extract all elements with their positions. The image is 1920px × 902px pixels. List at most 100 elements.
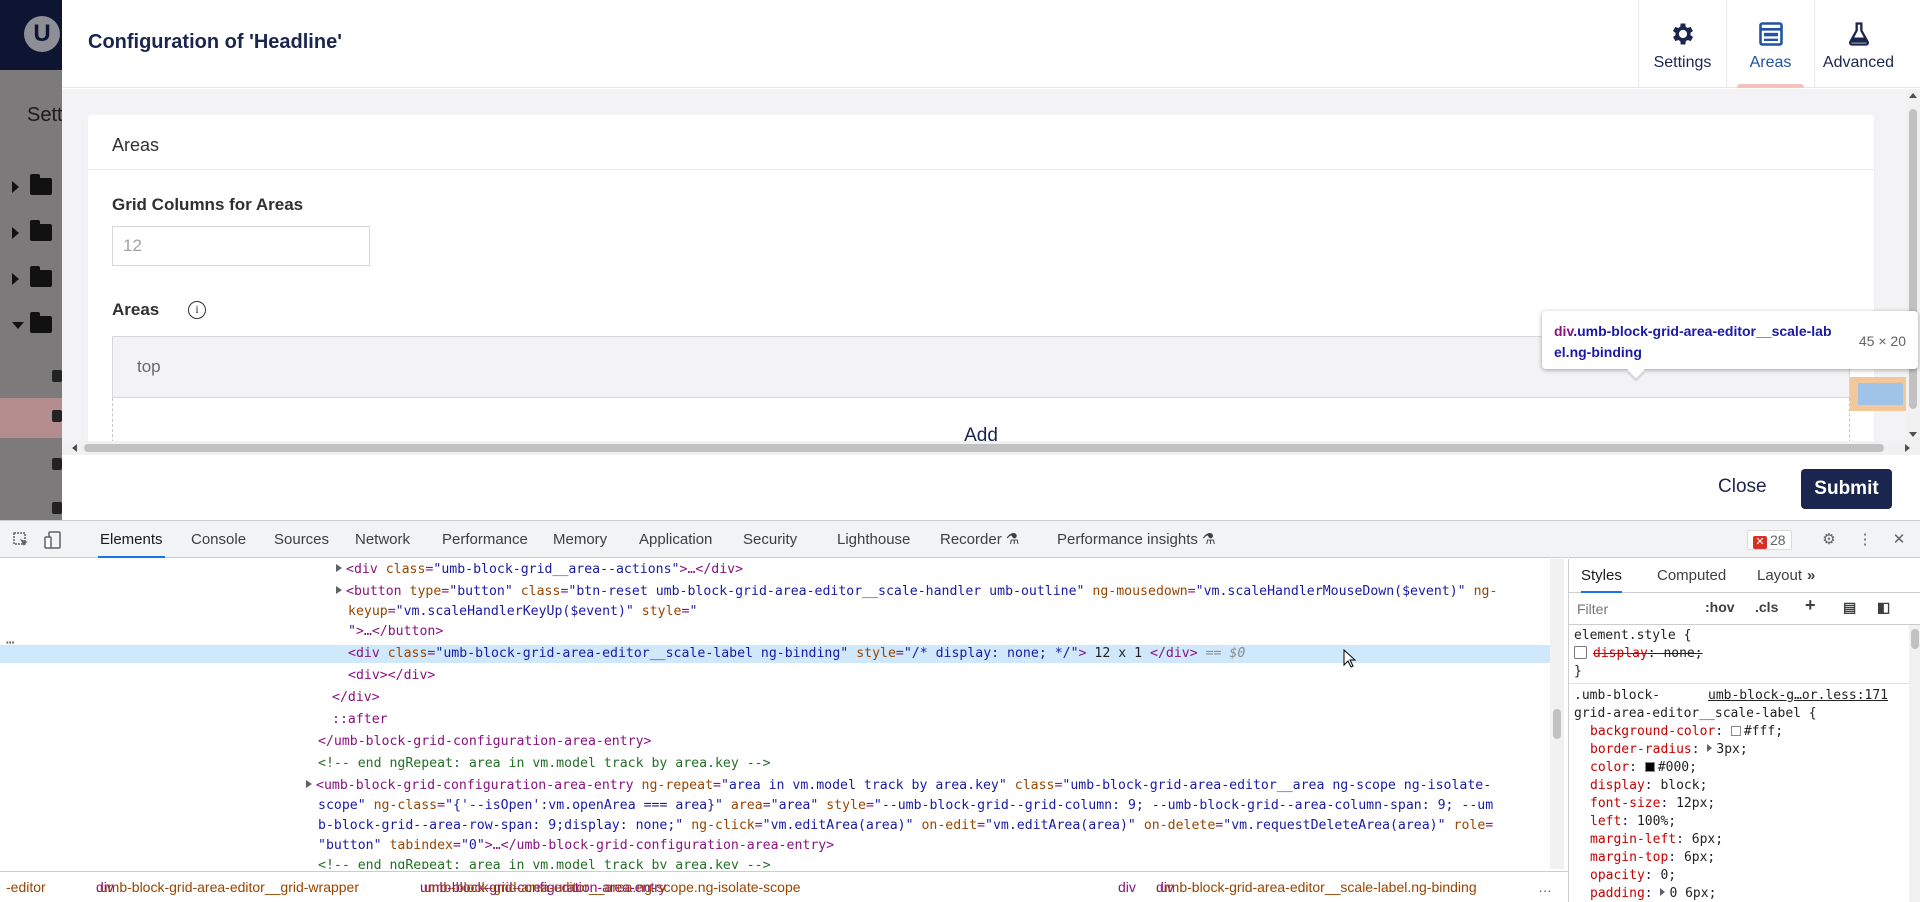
css-declaration[interactable]: padding: 0 6px; [1590, 885, 1716, 902]
scroll-thumb[interactable] [84, 444, 1884, 452]
css-declaration[interactable]: left: 100%; [1590, 813, 1676, 831]
more-options-icon[interactable]: ⋮ [1856, 531, 1874, 549]
expand-icon[interactable] [306, 780, 312, 788]
pseudo-element[interactable]: ::after [332, 711, 1568, 729]
dom-node[interactable]: </div> [332, 689, 1568, 707]
caret-right-icon[interactable] [12, 273, 19, 285]
css-declaration[interactable]: display: none; [1574, 645, 1703, 663]
tree-item[interactable] [12, 174, 62, 200]
add-area-button[interactable]: Add [112, 398, 1850, 441]
tab-advanced[interactable]: Advanced [1814, 0, 1902, 88]
tab-layout[interactable]: Layout [1757, 559, 1802, 593]
caret-right-icon[interactable] [12, 181, 19, 193]
css-declaration[interactable]: display: block; [1590, 777, 1707, 795]
dialog-vertical-scrollbar[interactable] [1906, 89, 1920, 441]
scroll-down-icon[interactable] [1909, 432, 1917, 437]
dom-node[interactable]: <button type="button" class="btn-reset u… [336, 583, 1568, 601]
styles-scrollbar[interactable] [1909, 625, 1920, 902]
dom-node-cont: scope" ng-class="{'--isOpen':vm.openArea… [318, 798, 1494, 813]
caret-right-icon[interactable] [12, 227, 19, 239]
dom-comment[interactable]: <!-- end ngRepeat: area in vm.model trac… [318, 857, 1568, 869]
css-declaration[interactable]: margin-left: 6px; [1590, 831, 1723, 849]
dom-node[interactable]: <umb-block-grid-configuration-area-entry… [306, 777, 1568, 795]
css-declaration[interactable]: background-color: #fff; [1590, 723, 1783, 741]
dom-node[interactable]: </umb-block-grid-configuration-area-entr… [318, 733, 1568, 751]
expand-icon[interactable] [1660, 888, 1666, 896]
tab-lighthouse[interactable]: Lighthouse [835, 521, 912, 558]
color-swatch[interactable] [1730, 726, 1741, 736]
scroll-right-icon[interactable] [1905, 444, 1910, 452]
scroll-left-icon[interactable] [72, 444, 77, 452]
dom-tree-scrollbar[interactable] [1550, 559, 1564, 869]
tab-console[interactable]: Console [189, 521, 248, 558]
css-prop: font-size [1590, 796, 1661, 811]
attr-value: "vm.requestDeleteArea(area)" [1223, 818, 1446, 833]
styles-filter-input[interactable] [1577, 599, 1693, 619]
css-declaration[interactable]: opacity: 0; [1590, 867, 1676, 885]
tab-performance-insights[interactable]: Performance insights ⚗ [1055, 521, 1218, 558]
dom-comment[interactable]: <!-- end ngRepeat: area in vm.model trac… [318, 755, 1568, 773]
breadcrumb-class: .umb-block-grid-area-editor__area.ng-sco… [420, 879, 801, 895]
css-declaration[interactable]: margin-top: 6px; [1590, 849, 1715, 867]
dialog-horizontal-scrollbar[interactable] [62, 441, 1920, 455]
css-declaration[interactable]: color: #000; [1590, 759, 1697, 777]
tree-item[interactable] [12, 266, 62, 292]
node-actions-icon[interactable]: ⋯ [6, 634, 14, 652]
tab-recorder[interactable]: Recorder ⚗ [938, 521, 1021, 558]
tab-areas[interactable]: Areas [1726, 0, 1814, 88]
new-rule-icon[interactable]: + [1805, 595, 1816, 616]
device-toolbar-icon[interactable] [44, 531, 62, 549]
settings-gear-icon[interactable]: ⚙ [1820, 531, 1838, 549]
grid-columns-label: Grid Columns for Areas [112, 195, 304, 214]
umbraco-logo-icon[interactable]: U [24, 16, 60, 52]
breadcrumb-overflow-icon[interactable]: … [1538, 872, 1552, 902]
css-declaration[interactable]: border-radius: 3px; [1590, 741, 1748, 759]
scroll-thumb[interactable] [1911, 629, 1919, 649]
paint-icon[interactable]: ▤ [1843, 599, 1856, 616]
hov-toggle[interactable]: :hov [1705, 599, 1735, 615]
expand-icon[interactable] [336, 586, 342, 594]
attr-value: "umb-block-grid-area-editor__scale-label… [435, 646, 849, 661]
css-val: 100%; [1636, 814, 1677, 829]
caret-down-icon[interactable] [12, 322, 24, 329]
rule-source-link[interactable]: umb-block-g…or.less:171 [1708, 687, 1888, 705]
declaration-checkbox[interactable] [1574, 646, 1587, 659]
scroll-up-icon[interactable] [1909, 93, 1917, 98]
close-button[interactable]: Close [1718, 469, 1767, 505]
info-icon[interactable]: i [188, 301, 206, 319]
tab-network[interactable]: Network [353, 521, 412, 558]
node-text: 12 x 1 [1086, 646, 1150, 661]
tree-item[interactable] [12, 220, 62, 246]
css-declaration[interactable]: font-size: 12px; [1590, 795, 1715, 813]
tab-security[interactable]: Security [741, 521, 799, 558]
dom-tree[interactable]: <div class = "umb-block-grid__area--action… [0, 559, 1568, 869]
tab-sources[interactable]: Sources [272, 521, 331, 558]
tab-elements[interactable]: Elements [98, 521, 165, 558]
toggle-sidebar-icon[interactable]: ◧ [1877, 599, 1890, 616]
tag: <umb-block-grid-configuration-area-entry [316, 778, 634, 793]
grid-columns-input[interactable]: 12 [112, 226, 370, 266]
tree-item[interactable] [12, 312, 62, 338]
tab-styles[interactable]: Styles [1581, 559, 1622, 593]
attr-name: keyup [348, 604, 388, 619]
tab-settings[interactable]: Settings [1638, 0, 1726, 88]
attr-value: " [348, 624, 356, 639]
dom-node-selected[interactable]: <div class="umb-block-grid-area-editor__… [0, 645, 1550, 663]
submit-button[interactable]: Submit [1801, 469, 1892, 509]
color-swatch[interactable] [1644, 762, 1655, 772]
inspect-element-icon[interactable] [12, 531, 30, 549]
tab-performance[interactable]: Performance [440, 521, 530, 558]
more-tabs-icon[interactable]: » [1807, 559, 1815, 593]
tab-memory[interactable]: Memory [551, 521, 609, 558]
cls-toggle[interactable]: .cls [1755, 599, 1778, 615]
expand-icon[interactable] [336, 564, 342, 572]
css-val: 6px; [1683, 850, 1716, 865]
close-devtools-icon[interactable]: ✕ [1890, 531, 1908, 549]
error-count-badge[interactable]: ✕ 28 [1747, 530, 1792, 550]
tab-application[interactable]: Application [637, 521, 714, 558]
dom-node[interactable]: <div class="umb-block-grid__area--action… [336, 561, 1568, 579]
scroll-thumb[interactable] [1553, 709, 1561, 739]
tab-computed[interactable]: Computed [1657, 559, 1726, 593]
dom-node[interactable]: <div></div> [348, 667, 1568, 685]
expand-icon[interactable] [1707, 744, 1713, 752]
